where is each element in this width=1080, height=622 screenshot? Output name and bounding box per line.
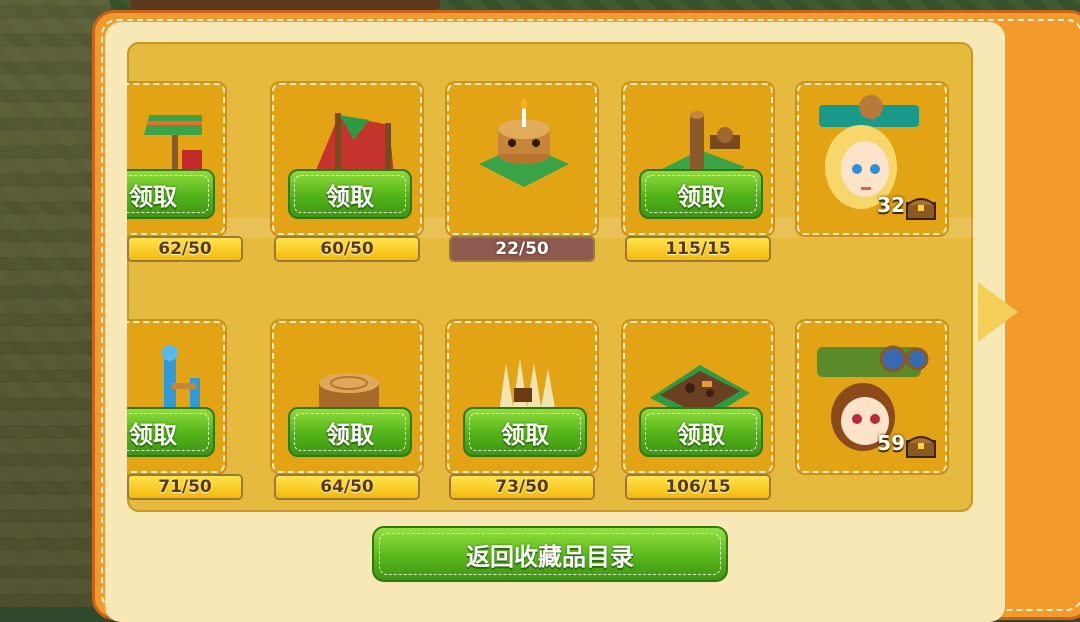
progress-label: 71/50 (158, 477, 212, 497)
progress-label: 60/50 (320, 239, 374, 259)
claim-button[interactable]: 领取 (639, 169, 763, 219)
reward-avatar-card[interactable]: 32 (797, 83, 947, 235)
claim-button[interactable]: 领取 (288, 407, 412, 457)
progress-label: 106/15 (665, 477, 731, 497)
collection-item-card: 领取 (623, 321, 773, 473)
treasure-chest-icon (906, 436, 936, 458)
collection-grid-panel: 领取 62/50 领取 60/50 22/50 领取 115/15 32 领取 … (127, 42, 973, 512)
collection-item-card (447, 83, 597, 235)
collection-item-card: 领取 (272, 321, 422, 473)
item-progress-bar: 64/50 (274, 474, 420, 500)
item-progress-bar: 115/15 (625, 236, 771, 262)
item-progress-bar: 73/50 (449, 474, 595, 500)
claim-button[interactable]: 领取 (127, 169, 215, 219)
avatar-reward-count: 32 (877, 193, 905, 217)
avatar-reward-count: 59 (877, 431, 905, 455)
item-progress-bar: 62/50 (127, 236, 243, 262)
progress-label: 64/50 (320, 477, 374, 497)
collection-item-card: 领取 (272, 83, 422, 235)
collection-item-card: 领取 (127, 83, 225, 235)
return-to-catalog-button[interactable]: 返回收藏品目录 (372, 526, 728, 582)
progress-label: 62/50 (158, 239, 212, 259)
item-progress-bar: 106/15 (625, 474, 771, 500)
item-progress-bar: 60/50 (274, 236, 420, 262)
claim-button[interactable]: 领取 (127, 407, 215, 457)
reward-avatar-card[interactable]: 59 (797, 321, 947, 473)
panel-pointer-arrow (978, 282, 1018, 342)
item-progress-bar: 71/50 (127, 474, 243, 500)
item-progress-bar: 22/50 (449, 236, 595, 262)
treasure-chest-icon (906, 198, 936, 220)
progress-label: 115/15 (665, 239, 731, 259)
top-bar-edge (130, 0, 440, 10)
collection-item-card: 领取 (127, 321, 225, 473)
collection-item-card: 领取 (623, 83, 773, 235)
claim-button[interactable]: 领取 (463, 407, 587, 457)
claim-button[interactable]: 领取 (288, 169, 412, 219)
claim-button[interactable]: 领取 (639, 407, 763, 457)
progress-label: 73/50 (495, 477, 549, 497)
progress-label: 22/50 (495, 239, 549, 259)
drum-cake-icon (479, 99, 569, 187)
collection-item-card: 领取 (447, 321, 597, 473)
